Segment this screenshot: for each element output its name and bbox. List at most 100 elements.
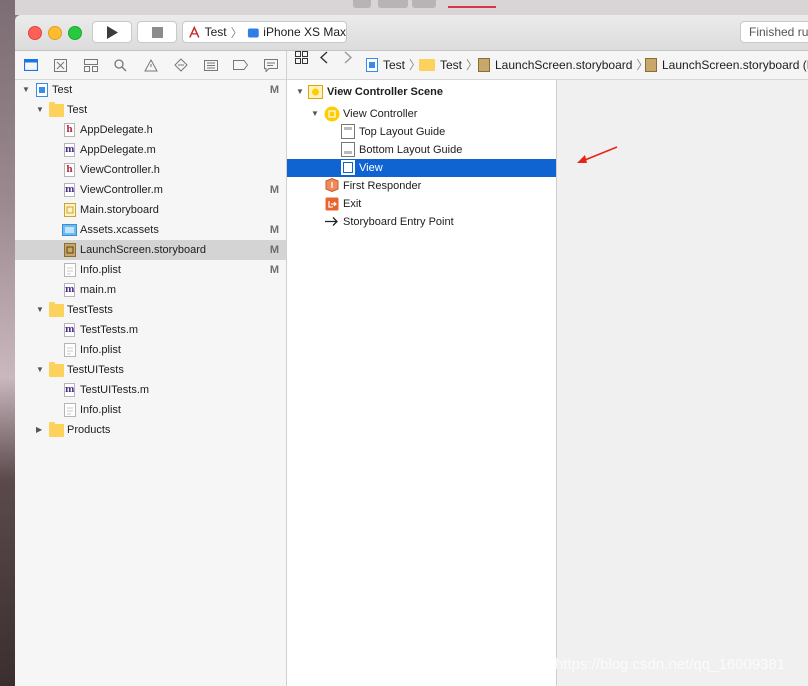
header-file-icon: h [64, 123, 75, 137]
project-navigator-icon[interactable] [23, 58, 38, 72]
tree-row-file[interactable]: m ViewController.m M [15, 180, 286, 200]
outline-row-first-responder[interactable]: First Responder [287, 177, 556, 195]
outline-row-scene[interactable]: ▼ View Controller Scene [287, 83, 556, 101]
objc-file-icon: m [64, 143, 75, 157]
tree-row-file[interactable]: Main.storyboard [15, 200, 286, 220]
modified-badge: M [269, 224, 279, 236]
tree-row-label: main.m [80, 284, 117, 296]
plist-file-icon [64, 343, 76, 357]
run-button[interactable] [92, 21, 132, 43]
outline-row-exit[interactable]: Exit [287, 195, 556, 213]
scheme-selector[interactable]: Test 〉 iPhone XS Max [182, 21, 347, 43]
tree-row-label: Products [67, 424, 111, 436]
tree-row-file[interactable]: Assets.xcassets M [15, 220, 286, 240]
disclosure-expanded-icon[interactable]: ▼ [36, 360, 46, 380]
chevron-right-icon: 〉 [466, 58, 479, 72]
objc-file-icon: m [64, 283, 75, 297]
disclosure-expanded-icon[interactable]: ▼ [311, 105, 319, 123]
jumpbar-item-folder[interactable]: Test 〉 [419, 51, 478, 79]
disclosure-expanded-icon[interactable]: ▼ [296, 83, 304, 101]
jump-bar: Test 〉 Test 〉 LaunchScreen.storyboard 〉 … [287, 51, 808, 80]
disclosure-expanded-icon[interactable]: ▼ [36, 300, 46, 320]
forward-button[interactable] [344, 51, 352, 64]
issue-navigator-icon[interactable] [143, 58, 158, 72]
tree-row-label: Info.plist [80, 264, 121, 276]
outline-label: Exit [343, 198, 362, 210]
tree-row-folder[interactable]: ▼ Test [15, 100, 286, 120]
zoom-window-button[interactable] [68, 26, 82, 40]
back-button[interactable] [320, 51, 328, 64]
modified-badge: M [269, 264, 279, 276]
chevron-right-icon [344, 51, 352, 64]
project-file-icon [366, 58, 378, 72]
tree-row-file[interactable]: m TestUITests.m [15, 380, 286, 400]
outline-row-view-selected[interactable]: View [287, 159, 556, 177]
test-navigator-icon[interactable] [173, 58, 188, 72]
debug-navigator-icon[interactable] [203, 58, 218, 72]
modified-badge: M [269, 244, 279, 256]
tree-row-file-selected[interactable]: LaunchScreen.storyboard M [15, 240, 286, 260]
storyboard-icon [64, 203, 76, 217]
asset-catalog-icon [62, 224, 77, 236]
outline-row-top-layout-guide[interactable]: Top Layout Guide [287, 123, 556, 141]
scene-icon [308, 85, 323, 99]
close-window-button[interactable] [28, 26, 42, 40]
source-control-navigator-icon[interactable] [53, 58, 68, 72]
related-items-button[interactable] [295, 51, 308, 64]
layout-guide-icon [341, 124, 355, 139]
outline-label: View Controller [343, 108, 418, 120]
device-icon [247, 27, 259, 37]
tree-row-file[interactable]: m AppDelegate.m [15, 140, 286, 160]
activity-status: Finished running [740, 21, 808, 43]
folder-icon [49, 422, 64, 437]
outline-row-entry-point[interactable]: Storyboard Entry Point [287, 213, 556, 231]
breakpoint-navigator-icon[interactable] [233, 58, 248, 72]
tree-row-file[interactable]: m TestTests.m [15, 320, 286, 340]
jumpbar-item-project[interactable]: Test 〉 [366, 51, 421, 79]
tree-row-label: ViewController.h [80, 164, 160, 176]
folder-icon [419, 59, 435, 71]
disclosure-expanded-icon[interactable]: ▼ [36, 100, 46, 120]
destination-name: iPhone XS Max [263, 25, 346, 39]
stop-button[interactable] [137, 21, 177, 43]
tree-row-label: TestTests.m [80, 324, 139, 336]
outline-label: View [359, 162, 383, 174]
stop-icon [151, 26, 163, 38]
project-file-icon [36, 83, 48, 97]
outline-label: View Controller Scene [327, 86, 443, 98]
background-window [15, 0, 808, 15]
tree-row-file[interactable]: Info.plist [15, 400, 286, 420]
tree-row-label: Info.plist [80, 404, 121, 416]
tree-row-label: Assets.xcassets [80, 224, 159, 236]
outline-row-view-controller[interactable]: ▼ View Controller [287, 105, 556, 123]
jumpbar-item-file[interactable]: LaunchScreen.storyboard 〉 [478, 51, 648, 79]
tree-row-file[interactable]: h AppDelegate.h [15, 120, 286, 140]
outline-row-bottom-layout-guide[interactable]: Bottom Layout Guide [287, 141, 556, 159]
minimize-window-button[interactable] [48, 26, 62, 40]
disclosure-collapsed-icon[interactable]: ▶ [36, 420, 46, 440]
storyboard-icon [645, 58, 657, 72]
tree-row-file[interactable]: Info.plist [15, 340, 286, 360]
storyboard-canvas[interactable] [557, 80, 808, 686]
scheme-name: Test [204, 25, 227, 39]
objc-file-icon: m [64, 323, 75, 337]
tree-row-file[interactable]: Info.plist M [15, 260, 286, 280]
tree-row-label: TestUITests.m [80, 384, 150, 396]
report-navigator-icon[interactable] [263, 58, 278, 72]
search-icon[interactable] [113, 58, 128, 72]
tree-row-file[interactable]: m main.m [15, 280, 286, 300]
symbol-navigator-icon[interactable] [83, 58, 98, 72]
disclosure-expanded-icon[interactable]: ▼ [22, 80, 32, 100]
chevron-left-icon [320, 51, 328, 64]
folder-icon [49, 362, 64, 377]
tree-row-folder[interactable]: ▼ TestUITests [15, 360, 286, 380]
tree-row-project[interactable]: ▼ Test M [15, 80, 286, 100]
objc-file-icon: m [64, 383, 75, 397]
tree-row-file[interactable]: h ViewController.h [15, 160, 286, 180]
tree-row-folder[interactable]: ▼ TestTests [15, 300, 286, 320]
jumpbar-label: LaunchScreen.storyboard [495, 58, 633, 72]
grid-icon [295, 51, 308, 64]
xcode-window: Test 〉 iPhone XS Max Finished running [15, 15, 808, 686]
jumpbar-item-base[interactable]: LaunchScreen.storyboard (Base) [645, 51, 808, 79]
tree-row-folder[interactable]: ▶ Products [15, 420, 286, 440]
